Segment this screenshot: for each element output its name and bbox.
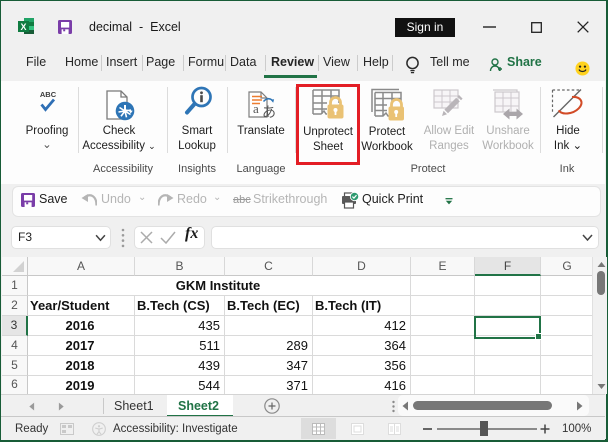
svg-text:ABC: ABC — [40, 90, 57, 99]
svg-text:a: a — [253, 101, 259, 116]
svg-text:あ: あ — [262, 104, 276, 119]
svg-text:X: X — [20, 22, 26, 32]
